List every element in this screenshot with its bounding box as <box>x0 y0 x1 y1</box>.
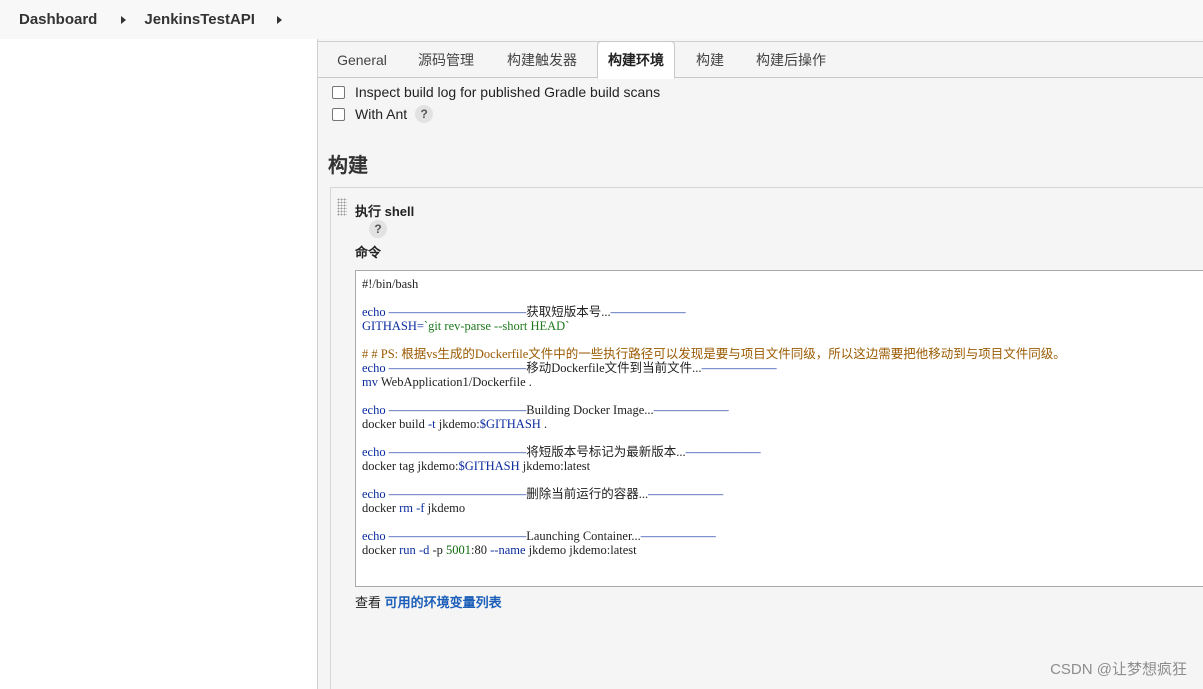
checkbox-icon[interactable] <box>332 107 345 121</box>
config-form: General 源码管理 构建触发器 构建环境 构建 构建后操作 Inspect… <box>318 39 1203 689</box>
tab-scm[interactable]: 源码管理 <box>410 42 482 79</box>
env-vars-link[interactable]: 可用的环境变量列表 <box>385 595 502 610</box>
tab-build[interactable]: 构建 <box>688 42 732 79</box>
step-title: 执行 shell <box>355 204 415 219</box>
code-line: docker run -d -p 5001:80 --name jkdemo j… <box>362 543 637 557</box>
drag-handle-icon[interactable] <box>337 198 347 216</box>
build-step-shell: 执行 shell ? 命令 #!/bin/bash echo ——————————… <box>330 187 1203 689</box>
env-vars-row: 查看 可用的环境变量列表 <box>355 592 502 611</box>
code-line: GITHASH=`git rev-parse --short HEAD` <box>362 319 570 333</box>
code-line: docker tag jkdemo:$GITHASH jkdemo:latest <box>362 459 591 473</box>
option-with-ant[interactable]: With Ant ? <box>332 105 434 123</box>
chevron-right-icon[interactable] <box>276 15 282 24</box>
code-line: #!/bin/bash <box>362 277 419 291</box>
breadcrumb-jenkinstestapi[interactable]: JenkinsTestAPI <box>144 11 255 28</box>
code-line: echo ———————————获取短版本号...—————— <box>362 305 686 319</box>
option-inspect-gradle-scans[interactable]: Inspect build log for published Gradle b… <box>332 84 660 100</box>
command-editor[interactable]: #!/bin/bash echo ———————————获取短版本号...————… <box>355 270 1203 587</box>
code-line: echo ———————————删除当前运行的容器...—————— <box>362 487 724 501</box>
env-vars-prefix: 查看 <box>355 595 382 610</box>
section-title-build: 构建 <box>328 155 368 177</box>
config-tabbar: General 源码管理 构建触发器 构建环境 构建 构建后操作 <box>318 41 1203 79</box>
watermark: CSDN @让梦想疯狂 <box>1050 661 1187 678</box>
tab-build-triggers[interactable]: 构建触发器 <box>499 42 585 79</box>
code-line: echo ———————————将短版本号标记为最新版本...—————— <box>362 445 761 459</box>
tab-post-build[interactable]: 构建后操作 <box>748 42 834 79</box>
help-icon[interactable]: ? <box>415 105 434 123</box>
command-label: 命令 <box>355 245 382 260</box>
option-label: Inspect build log for published Gradle b… <box>355 84 661 100</box>
side-panel <box>0 39 317 689</box>
code-line: docker rm -f jkdemo <box>362 501 466 515</box>
code-line: echo ———————————Launching Container...——… <box>362 529 716 543</box>
code-line: docker build -t jkdemo:$GITHASH . <box>362 417 548 431</box>
tab-build-environment[interactable]: 构建环境 <box>597 41 675 79</box>
checkbox-icon[interactable] <box>332 85 345 99</box>
chevron-right-icon[interactable] <box>121 15 127 24</box>
breadcrumb-dashboard[interactable]: Dashboard <box>19 11 97 28</box>
option-label: With Ant <box>355 106 408 122</box>
tab-general[interactable]: General <box>330 42 394 79</box>
code-line: mv WebApplication1/Dockerfile . <box>362 375 532 389</box>
help-icon[interactable]: ? <box>369 220 387 238</box>
code-line: echo ———————————移动Dockerfile文件到当前文件...——… <box>362 361 777 375</box>
code-line: # # PS: 根据vs生成的Dockerfile文件中的一些执行路径可以发现是… <box>362 347 1066 361</box>
code-line: echo ———————————Building Docker Image...… <box>362 403 729 417</box>
breadcrumb: Dashboard JenkinsTestAPI <box>0 0 1203 39</box>
